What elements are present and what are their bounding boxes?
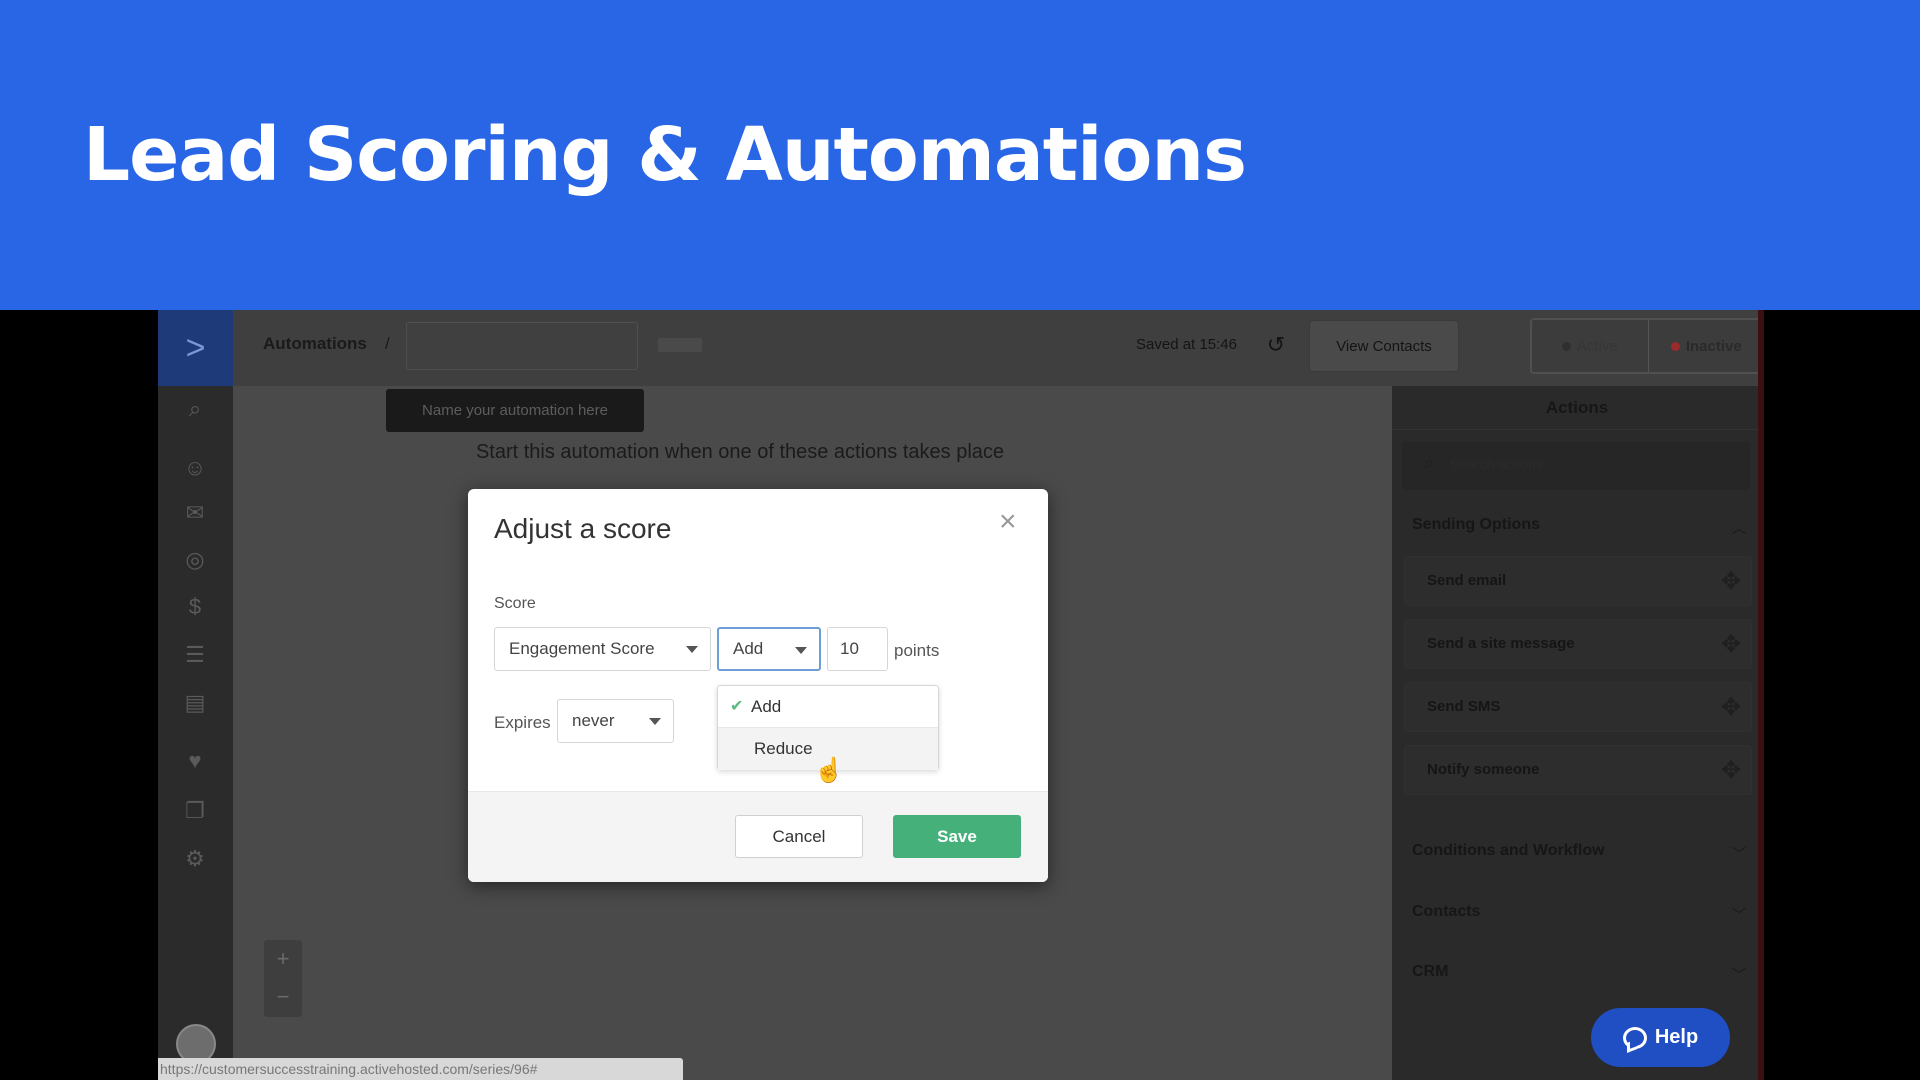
points-label: points	[894, 641, 940, 660]
section-sending-options[interactable]: Sending Options	[1412, 516, 1540, 534]
move-icon[interactable]: ✥	[1721, 693, 1741, 722]
status-bar-url: https://customersuccesstraining.activeho…	[158, 1058, 683, 1080]
history-icon[interactable]: ↺	[1263, 332, 1289, 358]
help-label: Help	[1654, 1026, 1699, 1048]
start-trigger-text[interactable]: Start this automation when one of these …	[233, 441, 1247, 464]
list-icon[interactable]: ☰	[180, 640, 210, 670]
dropdown-option-add[interactable]: ✔ Add	[718, 686, 938, 728]
name-tooltip: Name your automation here	[386, 389, 644, 432]
automation-name-input[interactable]	[406, 322, 638, 370]
action-send-site-message[interactable]: Send a site message ✥	[1404, 619, 1752, 669]
banner: Lead Scoring & Automations	[0, 0, 1920, 310]
caret-down-icon	[795, 647, 807, 654]
inactive-dot	[1670, 341, 1680, 351]
operation-dropdown: ✔ Add Reduce ☝	[717, 685, 939, 784]
heart-icon[interactable]: ♥	[180, 746, 210, 776]
action-send-email[interactable]: Send email ✥	[1404, 556, 1752, 606]
section-conditions-workflow[interactable]: Conditions and Workflow	[1412, 842, 1605, 860]
expires-label: Expires	[494, 713, 551, 732]
option-label: Add	[751, 697, 782, 716]
window-edge	[1758, 310, 1764, 1080]
panel-title: Actions	[1392, 386, 1762, 430]
action-label: Send email	[1427, 572, 1507, 589]
breadcrumb-separator: /	[385, 334, 390, 353]
inactive-toggle[interactable]: Inactive	[1647, 320, 1763, 372]
dropdown-option-reduce[interactable]: Reduce ☝	[718, 728, 938, 784]
gear-icon[interactable]: ⚙	[180, 844, 210, 874]
zoom-in-button[interactable]: +	[264, 940, 302, 978]
search-icon: ⌕	[1424, 453, 1435, 473]
cancel-button[interactable]: Cancel	[735, 815, 863, 858]
zoom-controls: + −	[264, 940, 302, 1017]
action-send-sms[interactable]: Send SMS ✥	[1404, 682, 1752, 732]
move-icon[interactable]: ✥	[1721, 567, 1741, 596]
move-icon[interactable]: ✥	[1721, 630, 1741, 659]
logo-chevron-icon[interactable]: >	[158, 310, 233, 386]
adjust-score-modal: Adjust a score × Score Engagement Score …	[468, 489, 1048, 882]
saved-status: Saved at 15:46	[1136, 336, 1237, 353]
check-icon: ✔	[730, 698, 744, 715]
move-icon[interactable]: ✥	[1721, 756, 1741, 785]
chevron-down-icon[interactable]: ﹀	[1732, 965, 1746, 985]
inactive-label: Inactive	[1685, 337, 1742, 355]
zoom-out-button[interactable]: −	[264, 978, 302, 1016]
edit-name-link[interactable]	[658, 338, 702, 352]
expires-select-value: never	[572, 711, 615, 730]
chevron-down-icon[interactable]: ﹀	[1732, 844, 1746, 864]
dollar-icon[interactable]: $	[180, 592, 210, 622]
left-nav: > ⌕ ☺ ✉ ◎ $ ☰ ▤ ♥ ❐ ⚙	[158, 310, 233, 1080]
breadcrumb-automations[interactable]: Automations	[263, 334, 367, 354]
section-contacts[interactable]: Contacts	[1412, 903, 1480, 921]
expires-select[interactable]: never	[557, 699, 674, 743]
operation-select-value: Add	[733, 639, 764, 658]
action-label: Send SMS	[1427, 698, 1501, 715]
active-label: Active	[1576, 337, 1618, 355]
score-select-value: Engagement Score	[509, 639, 655, 658]
action-notify-someone[interactable]: Notify someone ✥	[1404, 745, 1752, 795]
pointer-cursor-icon: ☝	[814, 757, 844, 784]
help-button[interactable]: Help	[1591, 1008, 1730, 1067]
operation-select[interactable]: Add	[717, 627, 821, 671]
form-icon[interactable]: ▤	[180, 688, 210, 718]
chevron-down-icon[interactable]: ﹀	[1732, 905, 1746, 925]
target-icon[interactable]: ◎	[180, 545, 210, 575]
score-select[interactable]: Engagement Score	[494, 627, 711, 671]
save-button[interactable]: Save	[893, 815, 1021, 858]
search-placeholder: Search actions	[1450, 456, 1543, 472]
search-icon[interactable]: ⌕	[180, 394, 210, 424]
action-label: Send a site message	[1427, 635, 1575, 652]
score-label: Score	[494, 595, 536, 612]
caret-down-icon	[686, 646, 698, 653]
chevron-up-icon[interactable]: ︿	[1732, 518, 1746, 538]
active-toggle[interactable]: Active	[1532, 320, 1648, 372]
active-dot	[1561, 341, 1571, 351]
modal-title: Adjust a score	[494, 513, 672, 544]
chat-icon	[1622, 1026, 1647, 1049]
pages-icon[interactable]: ❐	[180, 796, 210, 826]
section-crm[interactable]: CRM	[1412, 963, 1448, 981]
view-contacts-button[interactable]: View Contacts	[1309, 320, 1459, 372]
top-bar: Automations / Saved at 15:46 ↺ View Cont…	[233, 310, 1762, 386]
action-label: Notify someone	[1427, 761, 1540, 778]
status-toggle[interactable]: Active Inactive	[1530, 318, 1762, 374]
actions-panel: Actions ⌕ Search actions Sending Options…	[1392, 386, 1762, 1080]
option-label: Reduce	[754, 739, 813, 758]
contacts-icon[interactable]: ☺	[180, 453, 210, 483]
mail-icon[interactable]: ✉	[180, 498, 210, 528]
points-input[interactable]: 10	[827, 627, 888, 671]
close-icon[interactable]: ×	[999, 507, 1017, 537]
caret-down-icon	[649, 718, 661, 725]
banner-title: Lead Scoring & Automations	[83, 112, 1247, 198]
